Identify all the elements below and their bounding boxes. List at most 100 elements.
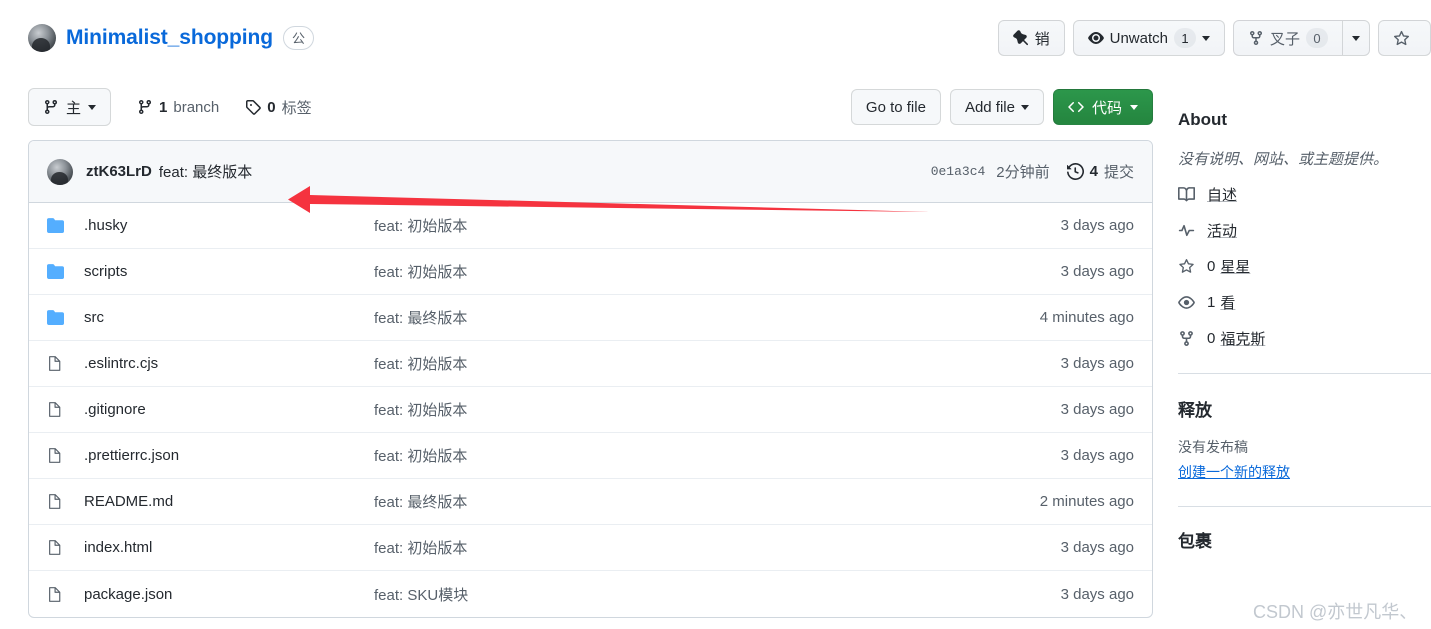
commit-meta: 0e1a3c4 2分钟前 4 提交 — [931, 161, 1134, 182]
file-icon — [47, 493, 64, 510]
branch-icon — [137, 99, 153, 115]
fork-button[interactable]: 叉子 0 — [1232, 20, 1342, 56]
code-button[interactable]: 代码 — [1052, 89, 1153, 125]
folder-icon — [47, 263, 64, 280]
fork-icon — [1248, 30, 1264, 46]
file-name[interactable]: .gitignore — [84, 401, 374, 418]
table-row[interactable]: .gitignore feat: 初始版本 3 days ago — [29, 387, 1152, 433]
pin-label: 销 — [1034, 30, 1050, 48]
file-time: 3 days ago — [1060, 355, 1134, 372]
tag-icon — [245, 99, 262, 115]
latest-commit-row: ztK63LrD feat: 最终版本 0e1a3c4 2分钟前 4 提交 — [29, 141, 1152, 203]
repo-description: 没有说明、网站、或主题提供。 — [1178, 151, 1389, 168]
chevron-down-icon — [1130, 104, 1138, 110]
about-title: About — [1178, 110, 1228, 129]
sidebar-divider — [1178, 506, 1431, 507]
file-name[interactable]: src — [84, 309, 374, 326]
owner-avatar[interactable] — [28, 24, 56, 52]
file-name[interactable]: index.html — [84, 539, 374, 556]
file-time: 2 minutes ago — [1039, 493, 1134, 510]
file-commit-message[interactable]: feat: 初始版本 — [374, 215, 1061, 236]
branch-count[interactable]: 1 branch — [137, 99, 219, 116]
file-commit-message[interactable]: feat: 初始版本 — [374, 261, 1061, 282]
table-row[interactable]: src feat: 最终版本 4 minutes ago — [29, 295, 1152, 341]
table-row[interactable]: scripts feat: 初始版本 3 days ago — [29, 249, 1152, 295]
repo-header: Minimalist_shopping 公 销 Unwatch 1 叉子 0 — [0, 0, 1431, 82]
file-name[interactable]: .husky — [84, 217, 374, 234]
sidebar-item-stars[interactable]: 0 星星 — [1178, 256, 1431, 277]
file-commit-message[interactable]: feat: SKU模块 — [374, 584, 1061, 605]
file-commit-message[interactable]: feat: 初始版本 — [374, 537, 1061, 558]
file-name[interactable]: README.md — [84, 493, 374, 510]
history-icon — [1066, 163, 1084, 180]
releases-title: 释放 — [1178, 401, 1212, 420]
sidebar-item-forks[interactable]: 0 福克斯 — [1178, 328, 1431, 349]
commit-message[interactable]: feat: 最终版本 — [159, 161, 252, 182]
table-row[interactable]: .husky feat: 初始版本 3 days ago — [29, 203, 1152, 249]
file-commit-message[interactable]: feat: 初始版本 — [374, 445, 1061, 466]
repo-title-group: Minimalist_shopping 公 — [28, 24, 314, 52]
branch-selector-button[interactable]: 主 — [28, 88, 112, 126]
file-icon — [47, 355, 64, 372]
table-row[interactable]: .prettierrc.json feat: 初始版本 3 days ago — [29, 433, 1152, 479]
commit-author-name[interactable]: ztK63LrD — [86, 163, 152, 180]
table-row[interactable]: .eslintrc.cjs feat: 初始版本 3 days ago — [29, 341, 1152, 387]
csdn-watermark: CSDN @亦世凡华、 — [1253, 602, 1418, 622]
file-commit-message[interactable]: feat: 最终版本 — [374, 491, 1040, 512]
chevron-down-icon — [1201, 35, 1210, 41]
table-row[interactable]: package.json feat: SKU模块 3 days ago — [29, 571, 1152, 617]
book-icon — [1178, 186, 1195, 203]
chevron-down-icon — [88, 104, 97, 110]
file-icon — [47, 586, 64, 603]
commit-author-avatar[interactable] — [47, 158, 73, 185]
branch-count-label: branch — [173, 98, 220, 116]
sidebar-item-readme[interactable]: 自述 — [1178, 184, 1431, 205]
file-commit-message[interactable]: feat: 初始版本 — [374, 353, 1061, 374]
repository-page: Minimalist_shopping 公 销 Unwatch 1 叉子 0 主… — [0, 0, 1431, 629]
file-name[interactable]: .prettierrc.json — [84, 447, 374, 464]
fork-count-label: 福克斯 — [1220, 331, 1266, 348]
unwatch-button[interactable]: Unwatch 1 — [1072, 20, 1225, 56]
file-table: ztK63LrD feat: 最终版本 0e1a3c4 2分钟前 4 提交 .h… — [28, 140, 1153, 618]
add-file-button[interactable]: Add file — [949, 89, 1044, 125]
file-icon — [47, 539, 64, 556]
commit-sha[interactable]: 0e1a3c4 — [931, 164, 986, 179]
star-count-label: 星星 — [1220, 259, 1251, 276]
file-name[interactable]: package.json — [84, 586, 374, 603]
code-label: 代码 — [1091, 99, 1122, 117]
star-icon — [1393, 30, 1410, 47]
file-name[interactable]: .eslintrc.cjs — [84, 355, 374, 372]
table-row[interactable]: index.html feat: 初始版本 3 days ago — [29, 525, 1152, 571]
fork-count-value: 0 — [1207, 330, 1216, 347]
unwatch-label: Unwatch — [1109, 29, 1168, 47]
branch-name: 主 — [66, 99, 82, 117]
fork-dropdown-button[interactable] — [1342, 20, 1370, 56]
watch-count: 1 — [1173, 28, 1196, 48]
commit-history-link[interactable]: 4 提交 — [1066, 161, 1134, 182]
fork-count: 0 — [1306, 28, 1328, 48]
commit-count-label: 提交 — [1103, 164, 1134, 181]
branch-icon — [43, 99, 59, 115]
file-commit-message[interactable]: feat: 最终版本 — [374, 307, 1040, 328]
go-to-file-button[interactable]: Go to file — [850, 89, 941, 125]
file-icon — [47, 401, 64, 418]
pin-icon — [1012, 30, 1029, 46]
file-time: 3 days ago — [1060, 263, 1134, 280]
file-icon — [47, 447, 64, 464]
create-release-link[interactable]: 创建一个新的释放 — [1178, 462, 1290, 482]
file-name[interactable]: scripts — [84, 263, 374, 280]
pin-button[interactable]: 销 — [997, 20, 1065, 56]
commit-time: 2分钟前 — [996, 164, 1050, 181]
folder-icon — [47, 217, 64, 234]
repo-name-link[interactable]: Minimalist_shopping — [66, 26, 273, 50]
table-row[interactable]: README.md feat: 最终版本 2 minutes ago — [29, 479, 1152, 525]
activity-icon — [1178, 222, 1195, 239]
sidebar-item-watching[interactable]: 1 看 — [1178, 292, 1431, 313]
visibility-badge: 公 — [282, 26, 314, 50]
file-commit-message[interactable]: feat: 初始版本 — [374, 399, 1061, 420]
star-icon — [1178, 258, 1195, 275]
star-button[interactable] — [1378, 20, 1431, 56]
tag-count[interactable]: 0 标签 — [245, 97, 312, 118]
sidebar-item-activity[interactable]: 活动 — [1178, 220, 1431, 241]
fork-button-group: 叉子 0 — [1232, 20, 1370, 56]
